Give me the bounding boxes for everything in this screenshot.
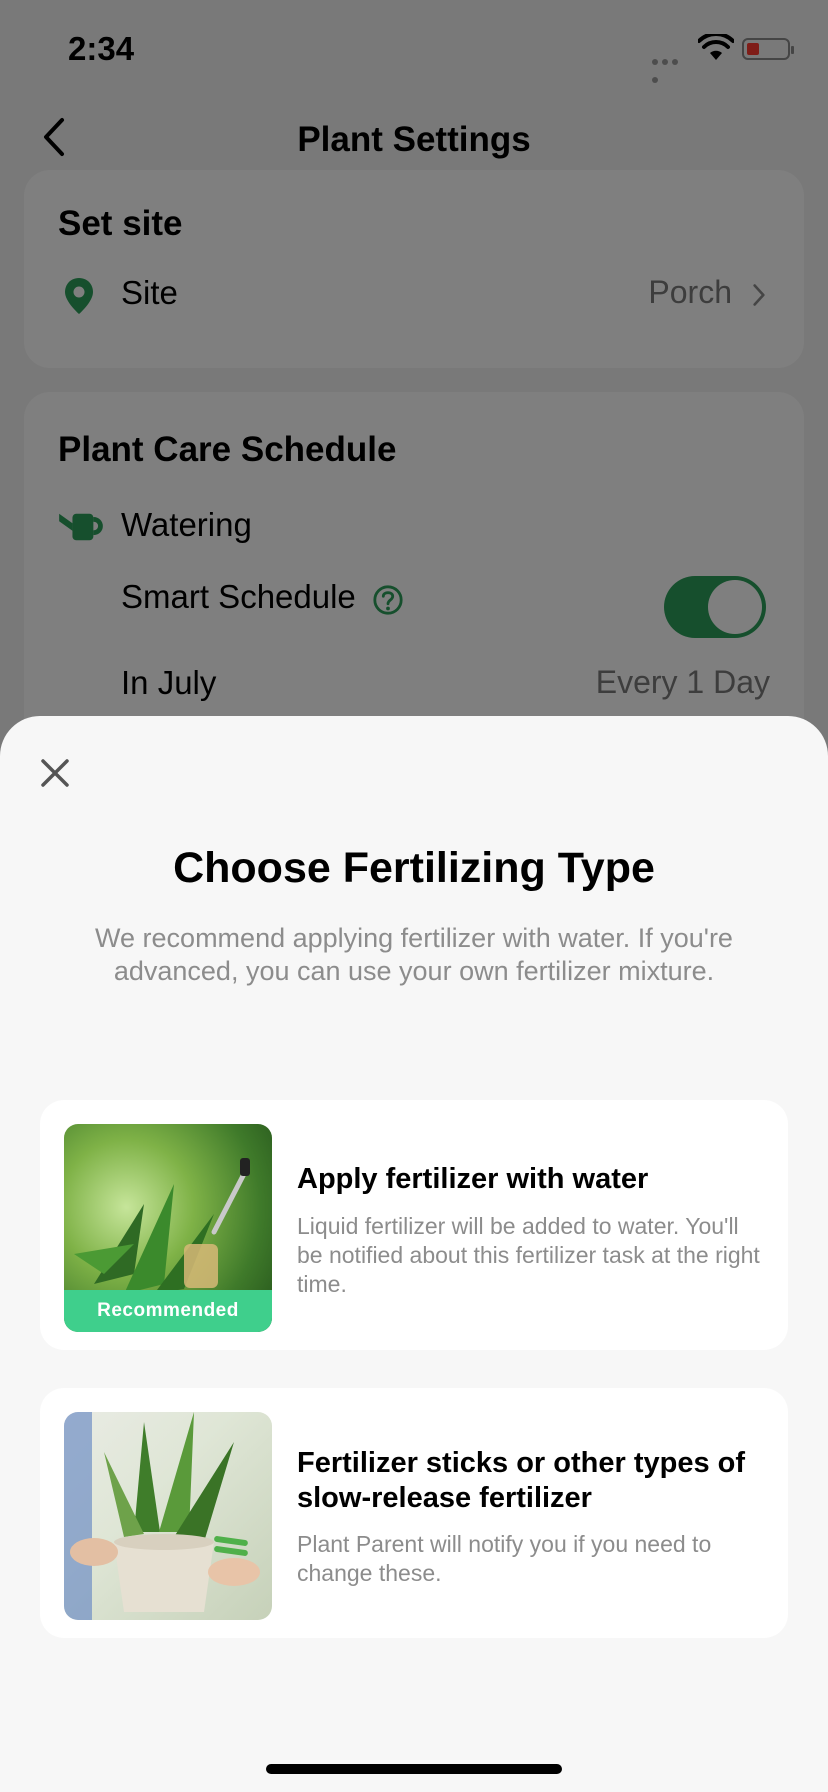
option-slow-release[interactable]: Fertilizer sticks or other types of slow… xyxy=(40,1388,788,1638)
home-indicator[interactable] xyxy=(266,1764,562,1774)
plant-settings-screen: 2:34 Plant Settings Set site Site Porch xyxy=(0,0,828,1792)
option-title: Apply fertilizer with water xyxy=(297,1163,649,1195)
close-icon[interactable] xyxy=(38,756,72,790)
fertilizer-with-water-image: Recommended xyxy=(64,1124,272,1332)
option-title: Fertilizer sticks or other types of slow… xyxy=(297,1447,746,1514)
recommended-badge: Recommended xyxy=(64,1290,272,1332)
option-description: Liquid fertilizer will be added to water… xyxy=(297,1213,760,1297)
option-fertilizer-with-water[interactable]: Recommended Apply fertilizer with water … xyxy=(40,1100,788,1350)
slow-release-fertilizer-image xyxy=(64,1412,272,1620)
fertilizing-type-sheet: Choose Fertilizing Type We recommend app… xyxy=(0,716,828,1792)
sheet-title: Choose Fertilizing Type xyxy=(173,844,655,892)
option-description: Plant Parent will notify you if you need… xyxy=(297,1531,712,1586)
sheet-description: We recommend applying fertilizer with wa… xyxy=(95,923,733,986)
